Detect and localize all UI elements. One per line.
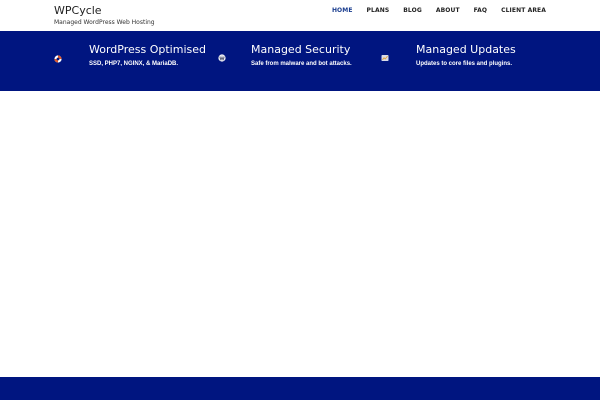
brand: WPCycle Managed WordPress Web Hosting bbox=[54, 5, 155, 27]
nav-item-faq[interactable]: FAQ bbox=[474, 7, 487, 15]
feature-managed-updates: Managed Updates Updates to core files an… bbox=[381, 31, 600, 91]
nav-item-about[interactable]: ABOUT bbox=[436, 7, 460, 15]
nav-item-home[interactable]: HOME bbox=[332, 7, 353, 15]
lifebuoy-icon bbox=[54, 55, 62, 63]
feature-title: Managed Updates bbox=[416, 43, 516, 56]
feature-text: Updates to core files and plugins. bbox=[416, 61, 513, 67]
features-band: WordPress Optimised SSD, PHP7, NGINX, & … bbox=[0, 31, 600, 91]
nav-item-plans[interactable]: PLANS bbox=[367, 7, 390, 15]
site-title[interactable]: WPCycle bbox=[54, 5, 155, 17]
feature-title: WordPress Optimised bbox=[89, 43, 206, 56]
feature-wordpress-optimised: WordPress Optimised SSD, PHP7, NGINX, & … bbox=[0, 31, 206, 91]
site-header: WPCycle Managed WordPress Web Hosting HO… bbox=[0, 0, 600, 31]
nav-item-client-area[interactable]: CLIENT AREA bbox=[501, 7, 546, 15]
page: WPCycle Managed WordPress Web Hosting HO… bbox=[0, 0, 600, 400]
feature-text: SSD, PHP7, NGINX, & MariaDB. bbox=[89, 61, 179, 67]
feature-title: Managed Security bbox=[251, 43, 351, 56]
wordpress-icon bbox=[218, 54, 226, 62]
footer-band bbox=[0, 377, 600, 400]
feature-text: Safe from malware and bot attacks. bbox=[251, 61, 352, 67]
nav-item-blog[interactable]: BLOG bbox=[403, 7, 422, 15]
feature-managed-security: Managed Security Safe from malware and b… bbox=[200, 31, 400, 91]
site-tagline: Managed WordPress Web Hosting bbox=[54, 19, 155, 26]
update-icon bbox=[381, 55, 389, 61]
main-nav: HOME PLANS BLOG ABOUT FAQ CLIENT AREA bbox=[332, 7, 546, 15]
